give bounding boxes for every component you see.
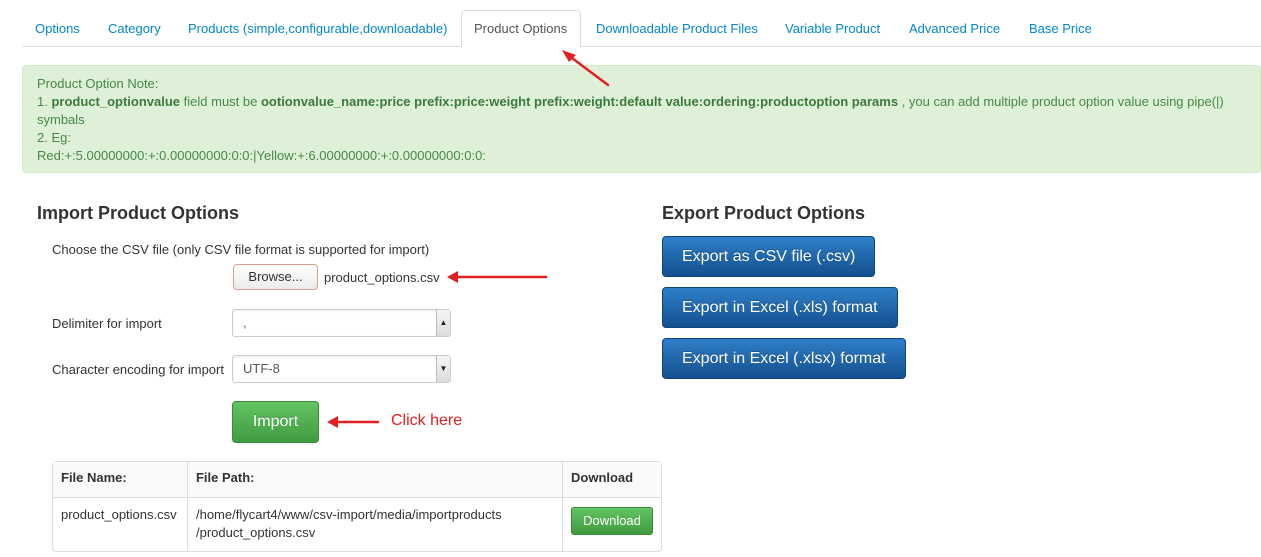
tab-variable-product[interactable]: Variable Product	[773, 10, 892, 47]
encoding-select[interactable]: UTF-8 ▼	[232, 355, 451, 383]
note-line1-cont: symbals	[37, 112, 85, 127]
table-row: product_options.csv /home/flycart4/www/c…	[53, 497, 661, 551]
choose-file-label: Choose the CSV file (only CSV file forma…	[52, 242, 430, 257]
header-download: Download	[562, 462, 661, 497]
table-header-row: File Name: File Path: Download	[53, 462, 661, 497]
selected-file-name: product_options.csv	[324, 270, 440, 285]
encoding-label: Character encoding for import	[52, 362, 224, 377]
encoding-value: UTF-8	[243, 361, 280, 376]
delimiter-label: Delimiter for import	[52, 316, 162, 331]
header-file-path: File Path:	[186, 462, 562, 497]
tab-options[interactable]: Options	[23, 10, 92, 47]
tab-products[interactable]: Products (simple,configurable,downloadab…	[176, 10, 459, 47]
note-format: ootionvalue_name:price prefix:price:weig…	[260, 94, 899, 109]
chevron-down-icon: ▲	[436, 310, 450, 336]
click-here-annotation: Click here	[391, 412, 463, 429]
import-files-table: File Name: File Path: Download product_o…	[52, 461, 662, 552]
import-heading: Import Product Options	[37, 203, 239, 223]
header-file-name: File Name:	[53, 462, 187, 497]
delimiter-value: ,	[243, 315, 247, 330]
note-line1-prefix: 1.	[37, 94, 48, 109]
note-line1-suffix: , you can add multiple product option va…	[901, 94, 1224, 109]
product-option-note: Product Option Note: 1. product_optionva…	[22, 65, 1261, 173]
chevron-down-icon: ▼	[436, 356, 450, 382]
browse-button[interactable]: Browse...	[233, 264, 318, 290]
note-title: Product Option Note:	[37, 76, 159, 91]
cell-file-name: product_options.csv	[53, 497, 187, 551]
export-heading: Export Product Options	[662, 203, 866, 223]
path-line-2: /product_options.csv	[195, 525, 316, 540]
note-line1-mid: field must be	[183, 94, 258, 109]
tab-downloadable-product-files[interactable]: Downloadable Product Files	[584, 10, 770, 47]
download-button[interactable]: Download	[571, 507, 653, 535]
tab-product-options[interactable]: Product Options	[461, 10, 581, 48]
arrow-head-icon	[447, 271, 458, 283]
export-xlsx-button[interactable]: Export in Excel (.xlsx) format	[662, 338, 906, 379]
cell-download: Download	[562, 497, 661, 551]
delimiter-select[interactable]: , ▲	[232, 309, 451, 337]
tab-category[interactable]: Category	[96, 10, 173, 47]
note-field-name: product_optionvalue	[51, 94, 181, 109]
note-line-1: 1. product_optionvalue field must be oot…	[37, 93, 1246, 111]
note-example: Red:+:5.00000000:+:0.00000000:0:0:|Yello…	[37, 148, 486, 163]
nav-tabs: Options Category Products (simple,config…	[22, 10, 1261, 48]
arrow-head-icon	[327, 416, 338, 428]
tab-advanced-price[interactable]: Advanced Price	[897, 10, 1012, 47]
path-line-1: /home/flycart4/www/csv-import/media/impo…	[195, 507, 502, 522]
export-xls-button[interactable]: Export in Excel (.xls) format	[662, 287, 898, 328]
export-csv-button[interactable]: Export as CSV file (.csv)	[662, 236, 876, 277]
import-button[interactable]: Import	[232, 401, 319, 443]
arrow-head-icon	[562, 50, 576, 62]
cell-file-path: /home/flycart4/www/csv-import/media/impo…	[186, 497, 562, 551]
note-line-2: 2. Eg:	[37, 130, 71, 145]
tab-base-price[interactable]: Base Price	[1017, 10, 1104, 47]
